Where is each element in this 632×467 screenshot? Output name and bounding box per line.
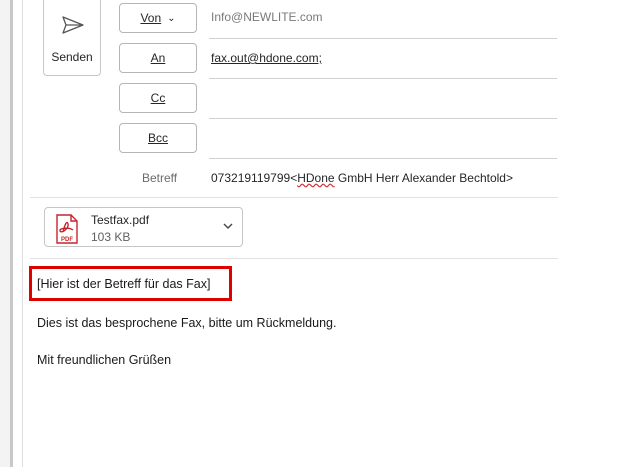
to-button-label: An — [150, 51, 166, 65]
chevron-down-icon: ⌄ — [167, 12, 176, 24]
subject-value-suffix: GmbH Herr Alexander Bechtold> — [334, 171, 513, 185]
body-signoff-line[interactable]: Mit freundlichen Grüßen — [37, 353, 171, 367]
bcc-field-underline — [209, 158, 557, 159]
cc-field-underline — [209, 118, 557, 119]
cc-button[interactable]: Cc — [119, 83, 197, 113]
window-edge — [0, 0, 10, 467]
content-border — [22, 0, 23, 467]
subject-field[interactable]: 073219119799<HDone GmbH Herr Alexander B… — [211, 171, 513, 185]
attachment-divider — [30, 258, 558, 259]
subject-value-prefix: 073219119799< — [211, 171, 298, 185]
header-divider — [30, 197, 558, 198]
to-button[interactable]: An — [119, 43, 197, 73]
body-placeholder-line[interactable]: [Hier ist der Betreff für das Fax] — [37, 277, 210, 291]
attachment-card[interactable]: PDF Testfax.pdf 103 KB — [44, 207, 243, 247]
chevron-down-icon[interactable] — [222, 220, 234, 232]
from-field[interactable]: Info@NEWLITE.com — [211, 10, 323, 24]
bcc-button-label: Bcc — [147, 131, 168, 145]
pane-splitter[interactable] — [10, 0, 13, 467]
send-icon — [62, 16, 84, 34]
from-field-underline — [209, 38, 557, 39]
from-button-label: Von — [140, 11, 162, 25]
send-button[interactable]: Senden — [43, 0, 101, 76]
attachment-size: 103 KB — [91, 230, 131, 244]
to-field-underline — [209, 78, 557, 79]
cc-button-label: Cc — [150, 91, 166, 105]
from-button[interactable]: Von ⌄ — [119, 3, 197, 33]
pdf-icon-text: PDF — [61, 237, 73, 243]
subject-label: Betreff — [142, 171, 178, 185]
pdf-file-icon: PDF — [56, 214, 78, 244]
to-field[interactable]: fax.out@hdone.com; — [211, 51, 322, 65]
bcc-button[interactable]: Bcc — [119, 123, 197, 153]
send-button-label: Senden — [51, 50, 93, 64]
body-text-line[interactable]: Dies ist das besprochene Fax, bitte um R… — [37, 316, 336, 330]
attachment-name: Testfax.pdf — [91, 213, 150, 227]
subject-value-flagged: HDone — [297, 171, 335, 185]
